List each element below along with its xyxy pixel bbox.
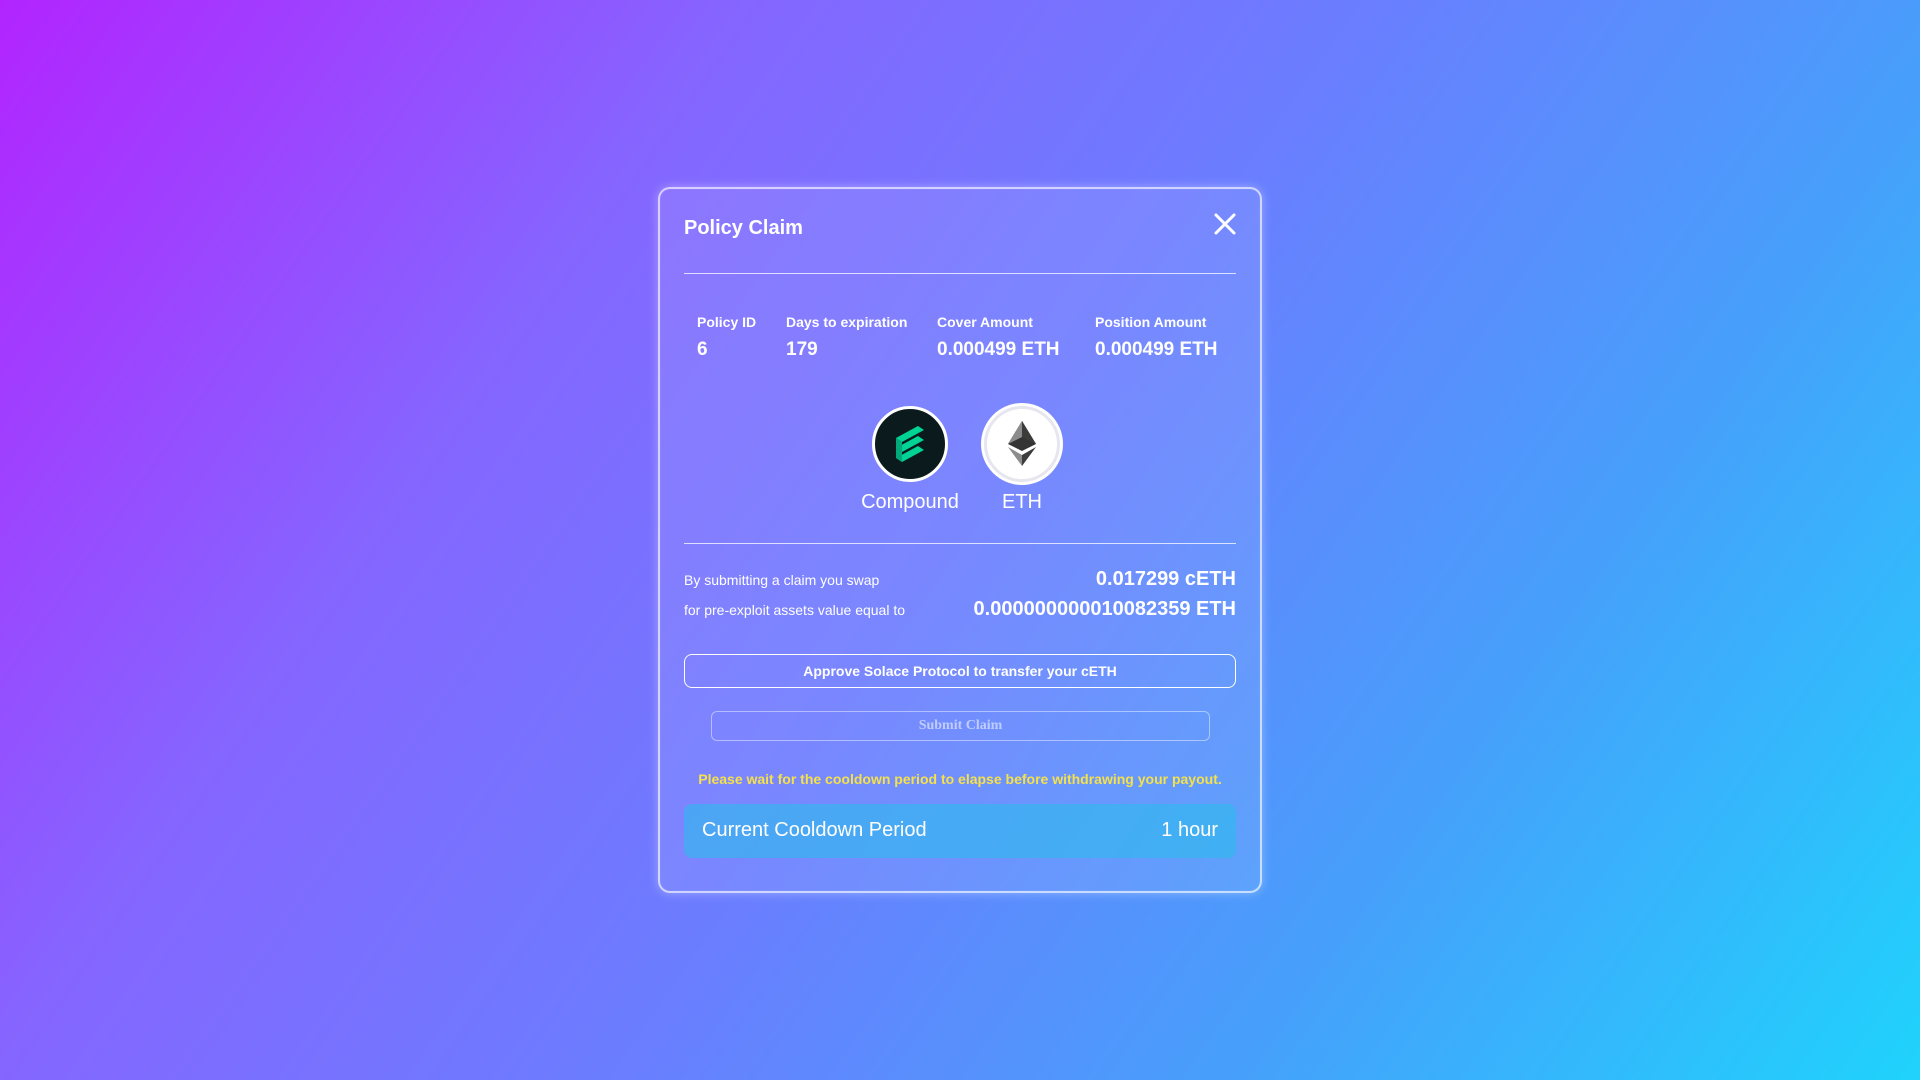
policy-id-label: Policy ID <box>697 314 757 330</box>
header-divider <box>684 273 1236 274</box>
compound-logo-icon <box>872 406 948 482</box>
ethereum-logo-icon <box>984 406 1060 482</box>
submit-claim-button[interactable]: Submit Claim <box>711 711 1210 741</box>
swap-description-line-1: By submitting a claim you swap <box>684 572 880 588</box>
cooldown-warning: Please wait for the cooldown period to e… <box>698 771 1222 787</box>
position-amount-value: 0.000499 ETH <box>1095 339 1218 360</box>
asset-list: Compound ETH <box>660 406 1260 518</box>
modal-title: Policy Claim <box>684 217 803 239</box>
cover-amount-value: 0.000499 ETH <box>937 339 1060 360</box>
asset-compound: Compound <box>850 406 970 514</box>
policy-id-field: Policy ID 6 <box>697 314 756 361</box>
swap-value: 0.000000000010082359 ETH <box>973 598 1236 620</box>
position-amount-label: Position Amount <box>1095 314 1207 330</box>
cover-amount-label: Cover Amount <box>937 314 1033 330</box>
policy-claim-modal: Policy Claim Policy ID 6 Days to expirat… <box>658 187 1262 893</box>
days-to-expiration-value: 179 <box>786 339 818 360</box>
asset-name: Compound <box>861 491 959 513</box>
close-icon <box>1214 213 1236 235</box>
approve-transfer-button[interactable]: Approve Solace Protocol to transfer your… <box>684 654 1236 688</box>
position-amount-field: Position Amount 0.000499 ETH <box>1095 314 1218 361</box>
section-divider <box>684 543 1236 544</box>
days-to-expiration-label: Days to expiration <box>786 314 908 330</box>
cover-amount-field: Cover Amount 0.000499 ETH <box>937 314 1060 361</box>
cooldown-period-value: 1 hour <box>1161 819 1218 841</box>
swap-amount: 0.017299 cETH <box>1095 568 1236 590</box>
cooldown-period-label: Current Cooldown Period <box>702 819 927 841</box>
asset-eth: ETH <box>962 406 1082 514</box>
days-to-expiration-field: Days to expiration 179 <box>786 314 907 361</box>
policy-id-value: 6 <box>697 339 708 360</box>
asset-name: ETH <box>1002 491 1042 513</box>
close-button[interactable] <box>1212 211 1238 237</box>
swap-description-line-2: for pre-exploit assets value equal to <box>684 602 906 618</box>
cooldown-period-panel: Current Cooldown Period 1 hour <box>684 804 1236 858</box>
